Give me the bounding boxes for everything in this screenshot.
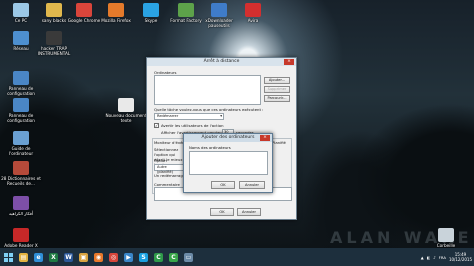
network-icon[interactable]: ◧ [427,255,431,260]
action-question: Quelle tâche voulez-vous que ces ordinat… [154,107,264,112]
word-icon: W [64,252,73,262]
desktop-icon-image [13,3,29,17]
desktop-icon[interactable]: Corbeille [425,228,467,248]
windows-logo-icon [3,252,13,262]
desktop-icon[interactable]: Panneau de configuration [0,98,42,123]
option-select[interactable]: Autre (planifié) [154,164,184,174]
desktop-icon[interactable]: Guide de l'ordinateur [0,131,42,156]
taskbar-app-excel[interactable]: X [46,248,61,266]
desktop-icon-image [13,131,29,145]
media-player-icon: ▶ [124,252,133,262]
tray-arrow-icon[interactable]: ▲ [421,255,424,260]
language-indicator[interactable]: FRA [439,255,446,260]
taskbar-app-chrome[interactable]: ◎ [106,248,121,266]
taskbar-app-internet-explorer[interactable]: e [31,248,46,266]
taskbar-app-remote-shutdown[interactable]: ▭ [181,248,196,266]
desktop-icon[interactable]: 28 Dictionnaires et Recueils de... [0,161,42,186]
wallpaper-trees-right [300,60,474,248]
desktop-icon[interactable]: Panneau de configuration [0,71,42,96]
close-icon[interactable]: × [284,59,294,65]
volume-icon[interactable]: ♪ [433,255,435,260]
planned-label: Planifié [272,140,286,145]
desktop-icon-image [245,3,261,17]
add-computers-dialog: Ajouter des ordinateurs × Noms des ordin… [183,133,273,193]
desktop-icon-image [143,3,159,17]
desktop-icon-image [118,98,134,112]
desktop-icon[interactable]: أفكار الكراهية [0,196,42,216]
taskbar-app-windows-explorer[interactable]: ▣ [76,248,91,266]
dialog-titlebar[interactable]: Arrêt à distance × [147,58,296,66]
desktop-icon-label: أفكار الكراهية [8,211,34,216]
desktop-icon-image [13,196,29,210]
browse-button[interactable]: Parcourir... [264,95,290,102]
taskbar-app-skype[interactable]: S [136,248,151,266]
clock[interactable]: 15:49 10/12/2015 [449,252,472,262]
desktop-icon[interactable]: Avira [232,3,274,23]
subdialog-ok-button[interactable]: OK [211,181,235,189]
taskbar-apps: ▤ e X W ▣ ◉ ◎ ▶ S C C ▭ [16,248,196,266]
desktop-icon-image [13,98,29,112]
desktop-icon-label: Panneau de configuration [7,113,35,123]
warn-checkbox-label: Avertir les utilisateurs de l'action [161,123,224,128]
taskbar-app-green-app[interactable]: C [166,248,181,266]
desktop-icon-image [13,228,29,242]
desktop-icon-label: Panneau de configuration [7,86,35,96]
excel-icon: X [49,252,58,262]
taskbar-app-camtasia[interactable]: C [151,248,166,266]
ok-button[interactable]: OK [210,208,234,216]
internet-explorer-icon: e [34,252,43,262]
chrome-icon: ◎ [109,252,118,262]
desktop-icon-label: Guide de l'ordinateur [8,146,34,156]
desktop-icon-image [13,31,29,45]
desktop-icon-image [13,71,29,85]
dialog-title: Arrêt à distance [203,59,240,64]
taskbar-app-media-player[interactable]: ▶ [121,248,136,266]
clock-date: 10/12/2015 [448,257,472,262]
computers-list[interactable] [154,75,261,105]
taskbar-app-word[interactable]: W [61,248,76,266]
desktop-icon-image [108,3,124,17]
desktop-icon-image [13,161,29,175]
desktop-icon-label: Avira [247,18,259,23]
subdialog-cancel-button[interactable]: Annuler [239,181,265,189]
action-value: Redémarrer [157,114,179,118]
taskbar-app-file-explorer[interactable]: ▤ [16,248,31,266]
subdialog-titlebar[interactable]: Ajouter des ordinateurs × [184,134,272,142]
computer-names-input[interactable] [189,151,268,175]
subdialog-title: Ajouter des ordinateurs [201,135,255,140]
chevron-down-icon: ▾ [220,114,222,118]
camtasia-icon: C [154,252,163,262]
system-tray: ▲ ◧ ♪ FRA 15:49 10/12/2015 [421,248,472,266]
desktop-icon-image [46,3,62,17]
desktop-icon-label: Nouveau document texte [105,113,147,123]
remote-shutdown-icon: ▭ [184,252,193,262]
taskbar-app-firefox[interactable]: ◉ [91,248,106,266]
desktop-icon-image [211,3,227,17]
remove-button[interactable]: Supprimer [264,86,290,93]
start-button[interactable] [0,248,16,266]
desktop-icon[interactable]: Adobe Reader X [0,228,42,248]
computer-names-label: Noms des ordinateurs [189,145,231,150]
windows-explorer-icon: ▣ [79,252,88,262]
option-label: Option [154,158,167,163]
warn-checkbox[interactable]: ✓ [154,123,159,128]
desktop-icon[interactable]: Nouveau document texte [105,98,147,123]
desktop-icon-image [76,3,92,17]
add-button[interactable]: Ajouter... [264,77,290,84]
cancel-button[interactable]: Annuler [237,208,261,216]
skype-icon: S [139,252,148,262]
taskbar: ▤ e X W ▣ ◉ ◎ ▶ S C C ▭ ▲ ◧ ♪ FRA 15:49 10/12/2015 [0,248,474,266]
desktop-icon-label: 28 Dictionnaires et Recueils de... [1,176,41,186]
firefox-icon: ◉ [94,252,103,262]
desktop-icon[interactable]: hacker TRAP INSTRUMENTAL [33,31,75,56]
green-app-icon: C [169,252,178,262]
desktop-icon-label: hacker TRAP INSTRUMENTAL [37,46,71,56]
desktop-icon-image [438,228,454,242]
action-select[interactable]: Redémarrer ▾ [154,113,224,120]
file-explorer-icon: ▤ [19,252,28,262]
desktop-icon-image [46,31,62,45]
close-icon[interactable]: × [260,135,270,141]
desktop-icon-image [178,3,194,17]
